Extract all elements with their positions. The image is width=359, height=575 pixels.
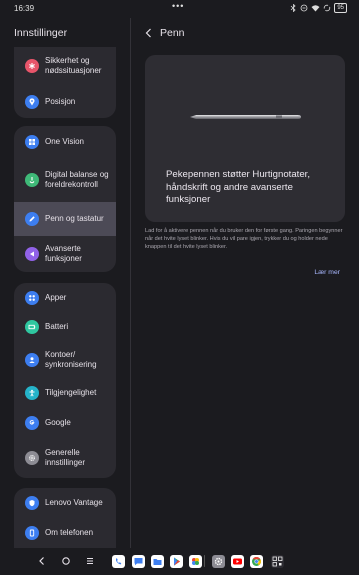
sync-icon <box>324 4 331 12</box>
sidebar-group-features: One Vision Digital balanse og foreldreko… <box>14 126 116 272</box>
digital-wellbeing-icon <box>25 172 39 187</box>
sidebar-item-accessibility[interactable]: Tilgjengelighet <box>14 378 116 408</box>
sidebar-item-general-settings[interactable]: Generelle innstillinger <box>14 438 116 478</box>
sidebar-item-label: Avanserte funksjoner <box>45 244 82 263</box>
sidebar-item-lenovo-vantage[interactable]: Lenovo Vantage <box>14 488 116 518</box>
home-icon[interactable] <box>61 556 71 566</box>
battery-indicator: 95 <box>334 3 347 13</box>
status-bar: 16:39 ••• 95 <box>0 0 359 18</box>
google-icon <box>25 416 39 430</box>
sidebar-item-label: Sikkerhet og nødssituasjoner <box>45 56 102 75</box>
files-app-icon[interactable] <box>151 555 164 568</box>
sidebar-item-label: Kontoer/ synkronisering <box>45 349 97 369</box>
sidebar-item-label: Om telefonen <box>45 528 94 537</box>
qr-app-icon[interactable] <box>271 555 284 568</box>
sidebar-item-google[interactable]: Google <box>14 408 116 438</box>
sidebar-item-label: Posisjon <box>45 96 76 106</box>
messages-app-icon[interactable] <box>132 555 145 568</box>
more-dots-icon[interactable]: ••• <box>172 1 184 11</box>
sidebar-item-label: Generelle innstillinger <box>45 448 86 467</box>
sidebar-item-apps[interactable]: Apper <box>14 283 116 313</box>
sidebar-item-battery[interactable]: Batteri <box>14 313 116 341</box>
general-settings-icon <box>25 451 39 465</box>
sidebar-item-location[interactable]: Posisjon <box>14 85 116 118</box>
apps-icon <box>25 291 39 305</box>
youtube-app-icon[interactable] <box>231 555 244 568</box>
sidebar-item-accounts[interactable]: Kontoer/ synkronisering <box>14 341 116 378</box>
sidebar-item-digital-wellbeing[interactable]: Digital balanse og foreldrekontroll <box>14 157 116 202</box>
sidebar-item-label: Google <box>45 418 71 427</box>
pen-detail-pane: Penn Pekepennen støtter Hurtignotater, h… <box>131 18 359 548</box>
pairing-instructions: Lad for å aktivere pennen når du bruker … <box>145 228 343 251</box>
sidebar-item-label: Tilgjengelighet <box>45 388 97 397</box>
location-icon <box>25 94 39 109</box>
sidebar-group-device: Lenovo Vantage Om telefonen <box>14 488 116 548</box>
sidebar-title: Innstillinger <box>14 27 68 39</box>
page-title: Penn <box>160 27 185 39</box>
sidebar-item-label: Apper <box>45 293 67 302</box>
sidebar-item-one-vision[interactable]: One Vision <box>14 126 116 157</box>
sidebar-item-label: One Vision <box>45 136 84 146</box>
battery-icon <box>25 320 39 334</box>
accounts-icon <box>25 352 39 367</box>
dock-separator <box>204 555 205 567</box>
settings-sidebar: Innstillinger Sikkerhet og nødssituasjon… <box>0 18 130 548</box>
status-time: 16:39 <box>14 4 35 13</box>
sidebar-item-label: Penn og tastatur <box>45 214 104 223</box>
photos-app-icon[interactable] <box>189 555 202 568</box>
sidebar-item-label: Lenovo Vantage <box>45 498 103 507</box>
sidebar-item-label: Batteri <box>45 322 69 331</box>
pen-info-card: Pekepennen støtter Hurtignotater, håndsk… <box>145 55 345 222</box>
sidebar-item-advanced-features[interactable]: Avanserte funksjoner <box>14 236 116 272</box>
sidebar-group-safety: Sikkerhet og nødssituasjoner Posisjon <box>14 47 116 118</box>
sidebar-group-system: Apper Batteri Kontoer/ synkronisering Ti… <box>14 283 116 478</box>
chrome-app-icon[interactable] <box>250 555 263 568</box>
sidebar-item-pen-keyboard[interactable]: Penn og tastatur <box>14 202 116 236</box>
wifi-icon <box>311 5 320 12</box>
sidebar-item-safety[interactable]: Sikkerhet og nødssituasjoner <box>14 47 116 85</box>
do-not-disturb-icon <box>300 4 308 12</box>
play-store-app-icon[interactable] <box>170 555 183 568</box>
status-icons: 95 <box>290 3 347 13</box>
about-phone-icon <box>25 526 39 540</box>
advanced-features-icon <box>25 247 39 261</box>
learn-more-link[interactable]: Lær mer <box>314 269 340 276</box>
lenovo-vantage-icon <box>25 496 39 510</box>
pen-feature-description: Pekepennen støtter Hurtignotater, håndsk… <box>166 169 310 205</box>
sidebar-item-label: Digital balanse og foreldrekontroll <box>45 169 109 189</box>
emergency-icon <box>25 59 39 73</box>
one-vision-icon <box>25 134 39 149</box>
back-icon[interactable] <box>37 556 47 566</box>
settings-app-icon[interactable] <box>212 555 225 568</box>
recents-icon[interactable] <box>85 556 95 566</box>
accessibility-icon <box>25 386 39 400</box>
pen-icon <box>25 212 39 226</box>
phone-app-icon[interactable] <box>112 555 125 568</box>
bluetooth-icon <box>291 4 296 12</box>
sidebar-item-about-phone[interactable]: Om telefonen <box>14 518 116 548</box>
stylus-illustration <box>190 115 301 119</box>
back-arrow-icon[interactable] <box>143 27 155 39</box>
